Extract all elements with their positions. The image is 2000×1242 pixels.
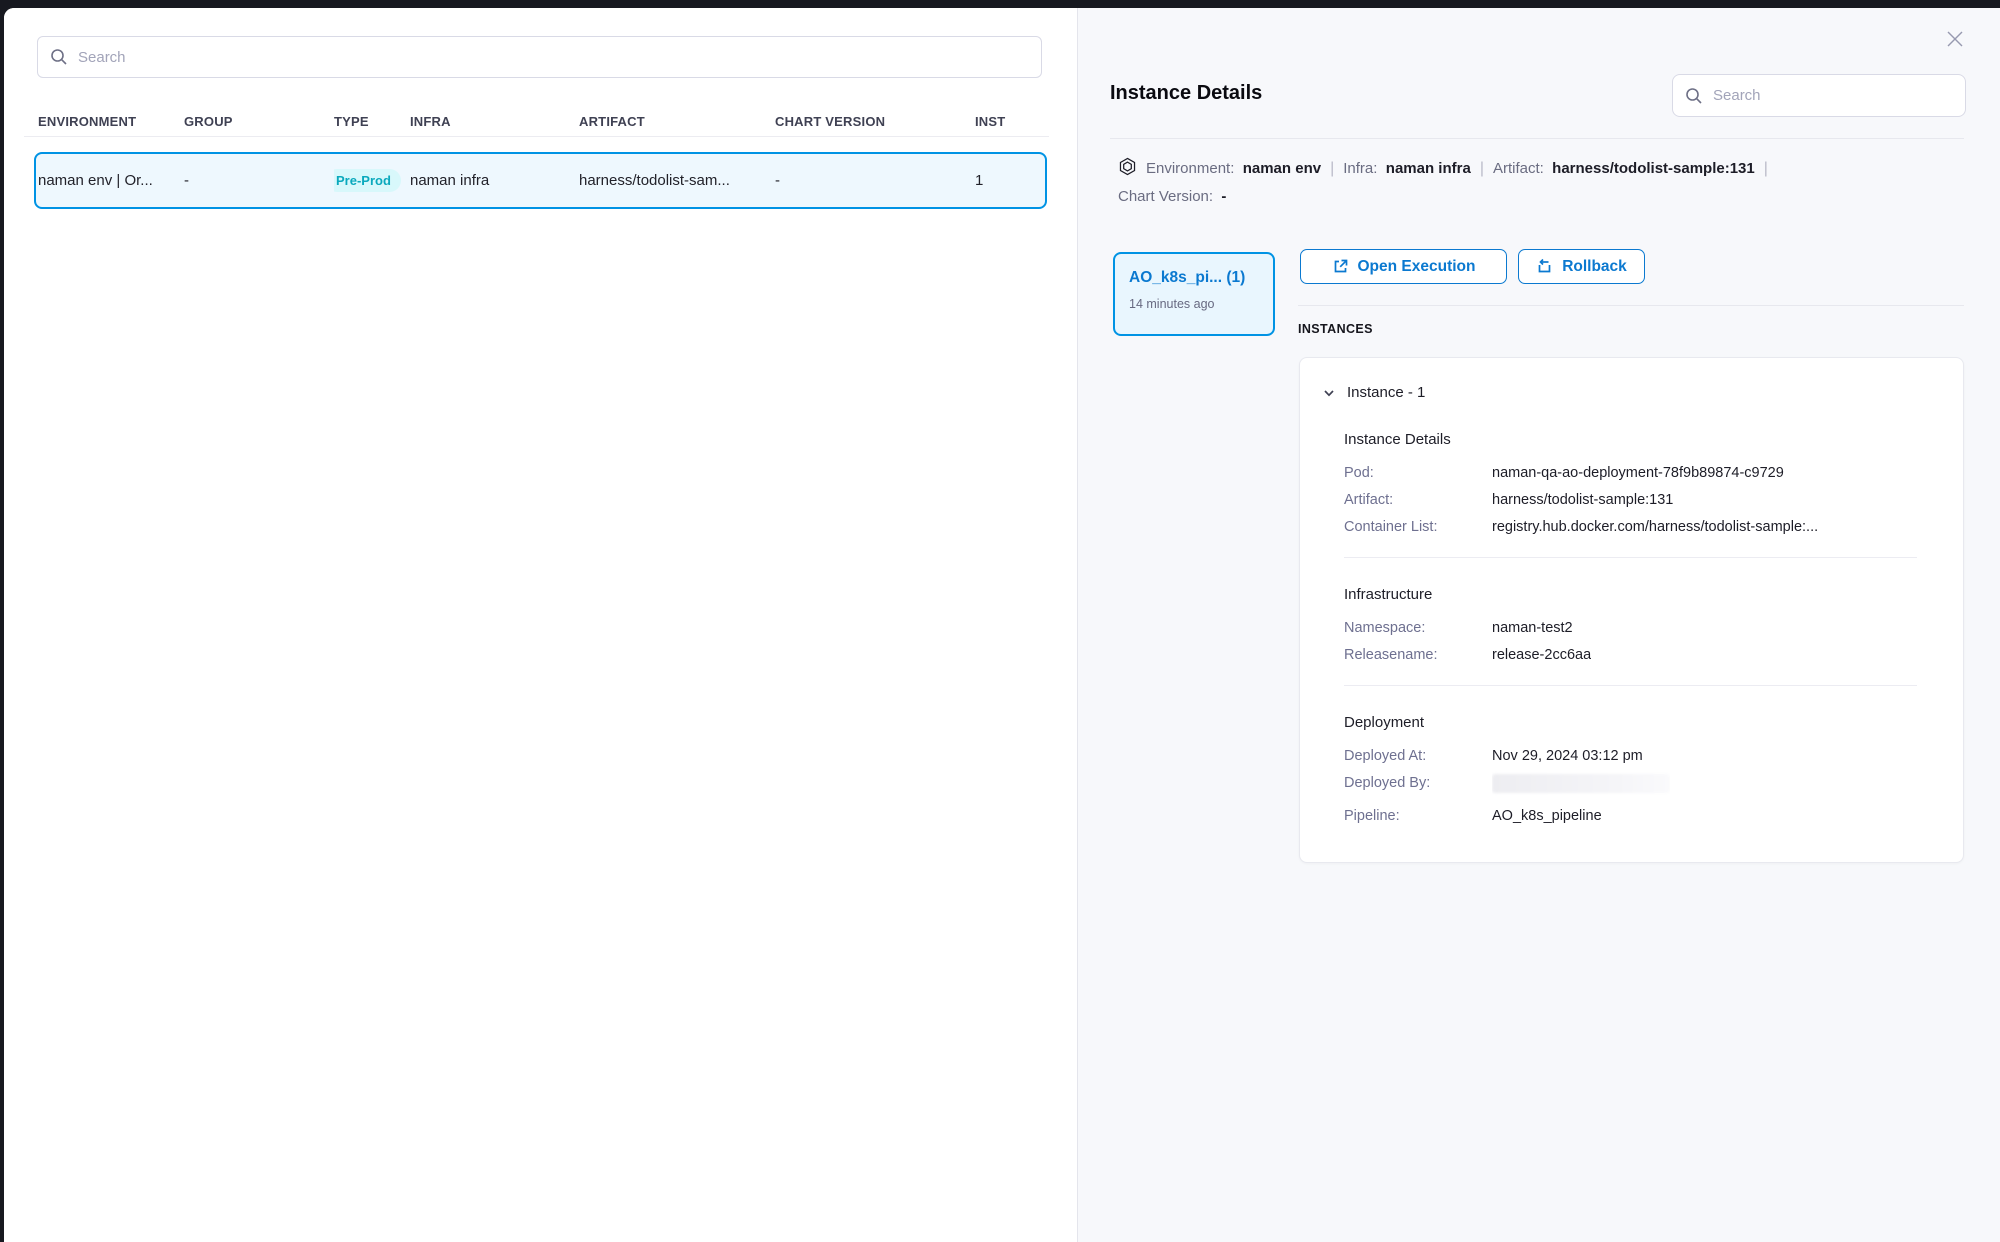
section-divider [1344,557,1917,558]
section-title-deployment: Deployment [1344,714,1935,731]
table-header-divider [24,136,1049,137]
col-artifact: ARTIFACT [579,114,775,129]
panel-search-input[interactable] [1713,87,1953,104]
row-environment: naman env | Or... [38,172,184,189]
table-header: ENVIRONMENT GROUP TYPE INFRA ARTIFACT CH… [38,112,1043,130]
search-icon [50,48,68,66]
row-chart-version: - [775,172,975,189]
environments-list-pane: ENVIRONMENT GROUP TYPE INFRA ARTIFACT CH… [4,8,1078,1242]
environment-value: naman env [1243,160,1321,177]
open-execution-button[interactable]: Open Execution [1300,249,1507,284]
col-group: GROUP [184,114,334,129]
panel-title: Instance Details [1110,82,1262,105]
kv-deployed-by: Deployed By: [1344,770,1935,803]
col-type: TYPE [334,114,410,129]
infra-label: Infra: [1343,160,1377,177]
kv-container-list: Container List: registry.hub.docker.com/… [1344,514,1935,541]
chart-version-label: Chart Version: [1118,188,1213,205]
col-infra: INFRA [410,114,579,129]
instance-card: Instance - 1 Instance Details Pod: naman… [1299,357,1964,863]
artifact-label: Artifact: [1493,160,1544,177]
table-search[interactable] [37,36,1042,78]
table-row[interactable]: naman env | Or... - Pre-Prod naman infra… [34,152,1047,209]
instance-title: Instance - 1 [1347,384,1425,401]
chevron-down-icon [1322,386,1336,400]
row-group: - [184,172,334,189]
kv-artifact: Artifact: harness/todolist-sample:131 [1344,487,1935,514]
kv-pipeline: Pipeline: AO_k8s_pipeline [1344,803,1935,830]
execution-card[interactable]: AO_k8s_pi... (1) 14 minutes ago [1113,252,1275,336]
col-inst: INST [975,114,1043,129]
kv-deployed-at: Deployed At: Nov 29, 2024 03:12 pm [1344,743,1935,770]
section-divider [1344,685,1917,686]
row-infra: naman infra [410,172,579,189]
chart-version-value: - [1221,188,1226,205]
table-search-input[interactable] [78,49,1029,66]
rollback-button[interactable]: Rollback [1518,249,1645,284]
instances-heading: INSTANCES [1298,322,1373,336]
search-icon [1685,87,1703,105]
environment-icon [1118,157,1137,176]
instances-divider [1298,305,1964,306]
section-title-infrastructure: Infrastructure [1344,586,1935,603]
instances-modal: ENVIRONMENT GROUP TYPE INFRA ARTIFACT CH… [4,8,2000,1242]
kv-pod: Pod: naman-qa-ao-deployment-78f9b89874-c… [1344,460,1935,487]
deployed-by-redacted [1492,774,1670,793]
pre-prod-badge: Pre-Prod [334,169,401,192]
row-artifact: harness/todolist-sam... [579,172,775,189]
col-chart-version: CHART VERSION [775,114,975,129]
panel-search[interactable] [1672,74,1966,117]
environment-label: Environment: [1146,160,1234,177]
artifact-value: harness/todolist-sample:131 [1552,160,1755,177]
instance-details-panel: Instance Details Environment: naman env|… [1078,8,2000,1242]
instance-collapse-toggle[interactable]: Instance - 1 [1322,384,1935,401]
external-link-icon [1332,258,1349,275]
row-inst: 1 [975,172,1045,189]
infra-value: naman infra [1386,160,1471,177]
kv-releasename: Releasename: release-2cc6aa [1344,642,1935,669]
panel-header-divider [1110,138,1964,139]
row-type: Pre-Prod [334,169,410,192]
deployment-summary: Environment: naman env|Infra: naman infr… [1118,155,1970,211]
col-environment: ENVIRONMENT [38,114,184,129]
rollback-icon [1536,258,1553,275]
execution-card-title: AO_k8s_pi... (1) [1129,269,1259,287]
kv-namespace: Namespace: naman-test2 [1344,615,1935,642]
execution-card-time: 14 minutes ago [1129,297,1259,311]
section-title-instance-details: Instance Details [1344,431,1935,448]
close-icon[interactable] [1942,26,1968,52]
